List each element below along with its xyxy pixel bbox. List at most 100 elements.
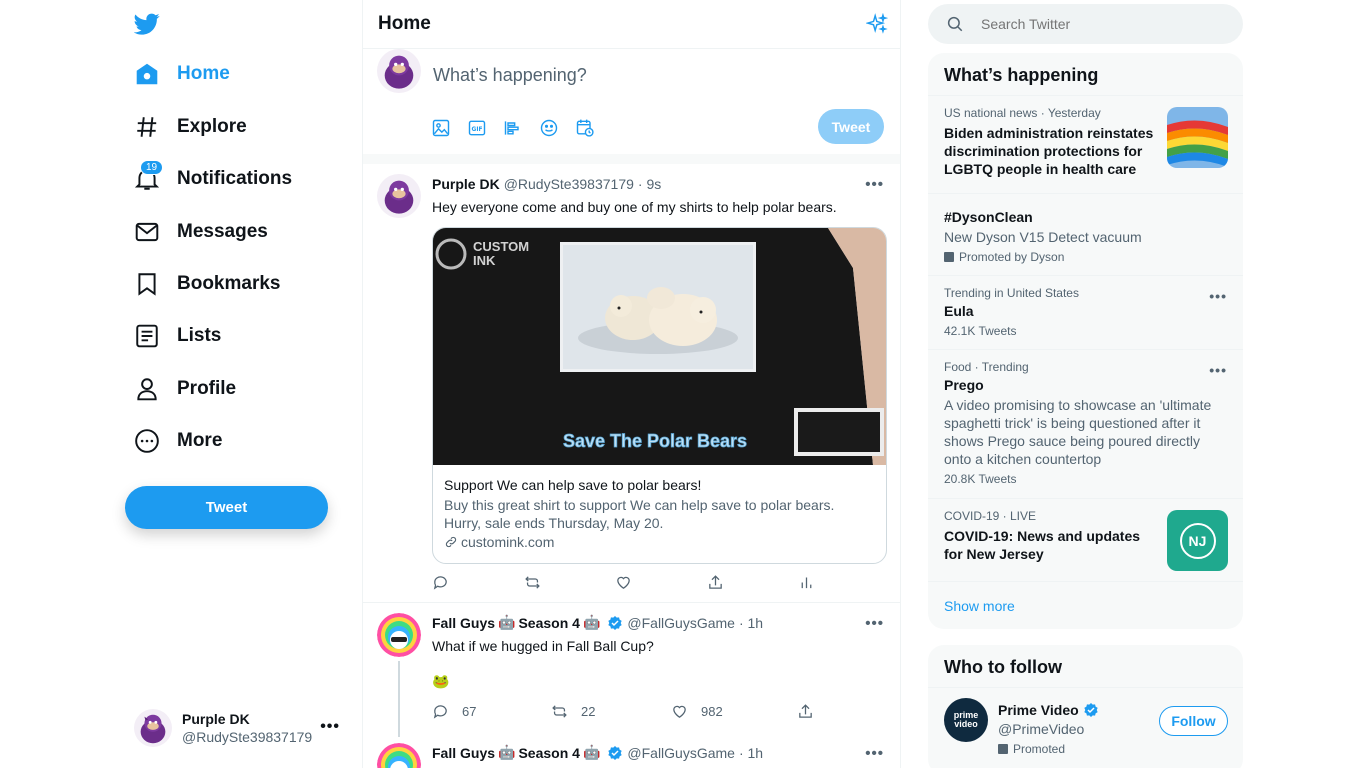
- heart-icon: [617, 576, 630, 589]
- tweet-header: Fall Guys 🤖 Season 4 🤖 @FallGuysGame · 1…: [432, 745, 763, 761]
- svg-text:INK: INK: [473, 253, 496, 268]
- tweet-more-icon[interactable]: •••: [865, 176, 884, 193]
- like-button[interactable]: [615, 574, 707, 591]
- like-button[interactable]: 982: [671, 703, 797, 720]
- nav-home[interactable]: Home: [134, 56, 230, 92]
- nav-label: Lists: [177, 325, 222, 346]
- image-icon[interactable]: [431, 118, 451, 138]
- card-image-caption: Save The Polar Bears: [563, 431, 747, 451]
- trend-item[interactable]: Trending in United States Eula 42.1K Twe…: [928, 276, 1243, 350]
- card-title: Support We can help save to polar bears!: [444, 477, 702, 493]
- trend-item[interactable]: #DysonClean New Dyson V15 Detect vacuum …: [928, 194, 1243, 276]
- hashtag-icon: [134, 114, 160, 140]
- nav-label: Bookmarks: [177, 273, 281, 294]
- tweet-text: Hey everyone come and buy one of my shir…: [432, 199, 837, 215]
- retweet-button[interactable]: 22: [551, 703, 671, 720]
- follow-name[interactable]: Prime Video: [998, 702, 1079, 718]
- trend-item[interactable]: COVID-19 · LIVE COVID-19: News and updat…: [928, 499, 1243, 582]
- show-more-link[interactable]: Show more: [928, 582, 1243, 629]
- tweet-more-icon[interactable]: •••: [865, 745, 884, 762]
- avatar[interactable]: prime video: [944, 698, 988, 742]
- avatar[interactable]: [377, 174, 421, 218]
- tweet-text: What if we hugged in Fall Ball Cup?: [432, 638, 654, 654]
- emoji-icon[interactable]: [539, 118, 559, 138]
- nav-notifications[interactable]: 19 Notifications: [134, 160, 292, 197]
- avatar-text: prime video: [953, 710, 979, 729]
- trend-subtitle: A video promising to showcase an 'ultima…: [944, 397, 1212, 467]
- reply-button[interactable]: 67: [432, 703, 551, 720]
- reply-button[interactable]: [432, 574, 524, 591]
- trend-item[interactable]: Food · Trending Prego A video promising …: [928, 350, 1243, 499]
- share-button[interactable]: [707, 574, 798, 591]
- home-icon: [134, 61, 160, 87]
- nav-label: Explore: [177, 116, 247, 137]
- panel-title: What’s happening: [928, 53, 1243, 96]
- share-button[interactable]: [797, 703, 814, 720]
- card-link-text[interactable]: customink.com: [461, 534, 554, 550]
- twitter-logo-icon[interactable]: [134, 11, 160, 37]
- nav-bookmarks[interactable]: Bookmarks: [134, 266, 281, 302]
- trend-headline: #DysonClean: [944, 209, 1033, 225]
- tweet-time[interactable]: · 1h: [739, 745, 763, 761]
- search-box[interactable]: [928, 4, 1243, 44]
- search-icon: [947, 16, 963, 32]
- account-switcher[interactable]: Purple DK @RudySte39837179 •••: [134, 708, 344, 748]
- tweet-button[interactable]: Tweet: [125, 486, 328, 529]
- trend-more-icon[interactable]: •••: [1209, 362, 1227, 378]
- promoted-icon: [944, 252, 954, 262]
- compose-tweet-button[interactable]: Tweet: [818, 109, 884, 144]
- tweet-author-handle[interactable]: @RudySte39837179: [504, 176, 634, 192]
- retweet-button[interactable]: [524, 574, 615, 591]
- follow-suggestion[interactable]: prime video Prime Video @PrimeVideo Prom…: [928, 688, 1243, 768]
- tweet-header: Fall Guys 🤖 Season 4 🤖 @FallGuysGame · 1…: [432, 615, 763, 631]
- reply-icon: [433, 576, 447, 590]
- tweet-author-season[interactable]: Season 4: [518, 745, 579, 761]
- compose-input[interactable]: What’s happening?: [433, 65, 587, 86]
- analytics-button[interactable]: [798, 574, 815, 591]
- tweet-author-name[interactable]: Purple DK: [432, 176, 500, 192]
- gif-icon[interactable]: GIF: [467, 118, 487, 138]
- verified-icon: [608, 746, 623, 760]
- sparkle-icon[interactable]: [866, 13, 888, 35]
- card-link[interactable]: customink.com: [444, 534, 875, 550]
- trend-headline: Biden administration reinstates discrimi…: [944, 125, 1154, 177]
- nav-lists[interactable]: Lists: [134, 318, 221, 354]
- who-to-follow-panel: Who to follow prime video Prime Video @P…: [928, 645, 1243, 768]
- nav-profile[interactable]: Profile: [134, 371, 236, 407]
- promoted-label: Promoted: [998, 742, 1065, 756]
- avatar[interactable]: [377, 613, 421, 657]
- link-icon: [445, 536, 457, 548]
- trend-count: 20.8K Tweets: [944, 472, 1017, 486]
- account-more-icon[interactable]: •••: [320, 718, 340, 736]
- tweet-author-season[interactable]: Season 4: [518, 615, 579, 631]
- tweet-author-name[interactable]: Fall Guys: [432, 615, 495, 631]
- card-body: Support We can help save to polar bears!…: [433, 465, 886, 562]
- trend-item[interactable]: US national news · Yesterday Biden admin…: [928, 96, 1243, 194]
- avatar[interactable]: [377, 743, 421, 768]
- nav-messages[interactable]: Messages: [134, 214, 268, 250]
- search-input[interactable]: [981, 16, 1221, 32]
- follow-button[interactable]: Follow: [1159, 706, 1228, 736]
- nav-more[interactable]: More: [134, 423, 222, 459]
- schedule-icon[interactable]: [575, 118, 595, 138]
- trend-more-icon[interactable]: •••: [1209, 288, 1227, 304]
- tweet-author-handle[interactable]: @FallGuysGame: [627, 615, 735, 631]
- tweet[interactable]: Fall Guys 🤖 Season 4 🤖 @FallGuysGame · 1…: [363, 733, 900, 768]
- tweet-more-icon[interactable]: •••: [865, 615, 884, 632]
- nav-explore[interactable]: Explore: [134, 109, 247, 145]
- tweet[interactable]: Purple DK @RudySte39837179 · 9s ••• Hey …: [363, 164, 900, 603]
- avatar: [134, 709, 172, 747]
- tweet[interactable]: Fall Guys 🤖 Season 4 🤖 @FallGuysGame · 1…: [363, 603, 900, 737]
- robot-emoji: 🤖: [582, 615, 601, 631]
- card-brand: CUSTOM: [473, 239, 529, 254]
- tweet-author-name[interactable]: Fall Guys: [432, 745, 495, 761]
- tweet-author-handle[interactable]: @FallGuysGame: [627, 745, 735, 761]
- tweet-time[interactable]: · 1h: [739, 615, 763, 631]
- tweet-time[interactable]: · 9s: [638, 176, 661, 192]
- envelope-icon: [134, 219, 160, 245]
- like-count: 982: [701, 704, 723, 719]
- poll-icon[interactable]: [503, 118, 523, 138]
- link-card[interactable]: CUSTOM INK Save The Polar Bears Support …: [432, 227, 887, 564]
- sidebar: Home Explore 19 Notifications Messages B…: [0, 0, 362, 768]
- tweet-header: Purple DK @RudySte39837179 · 9s: [432, 176, 661, 192]
